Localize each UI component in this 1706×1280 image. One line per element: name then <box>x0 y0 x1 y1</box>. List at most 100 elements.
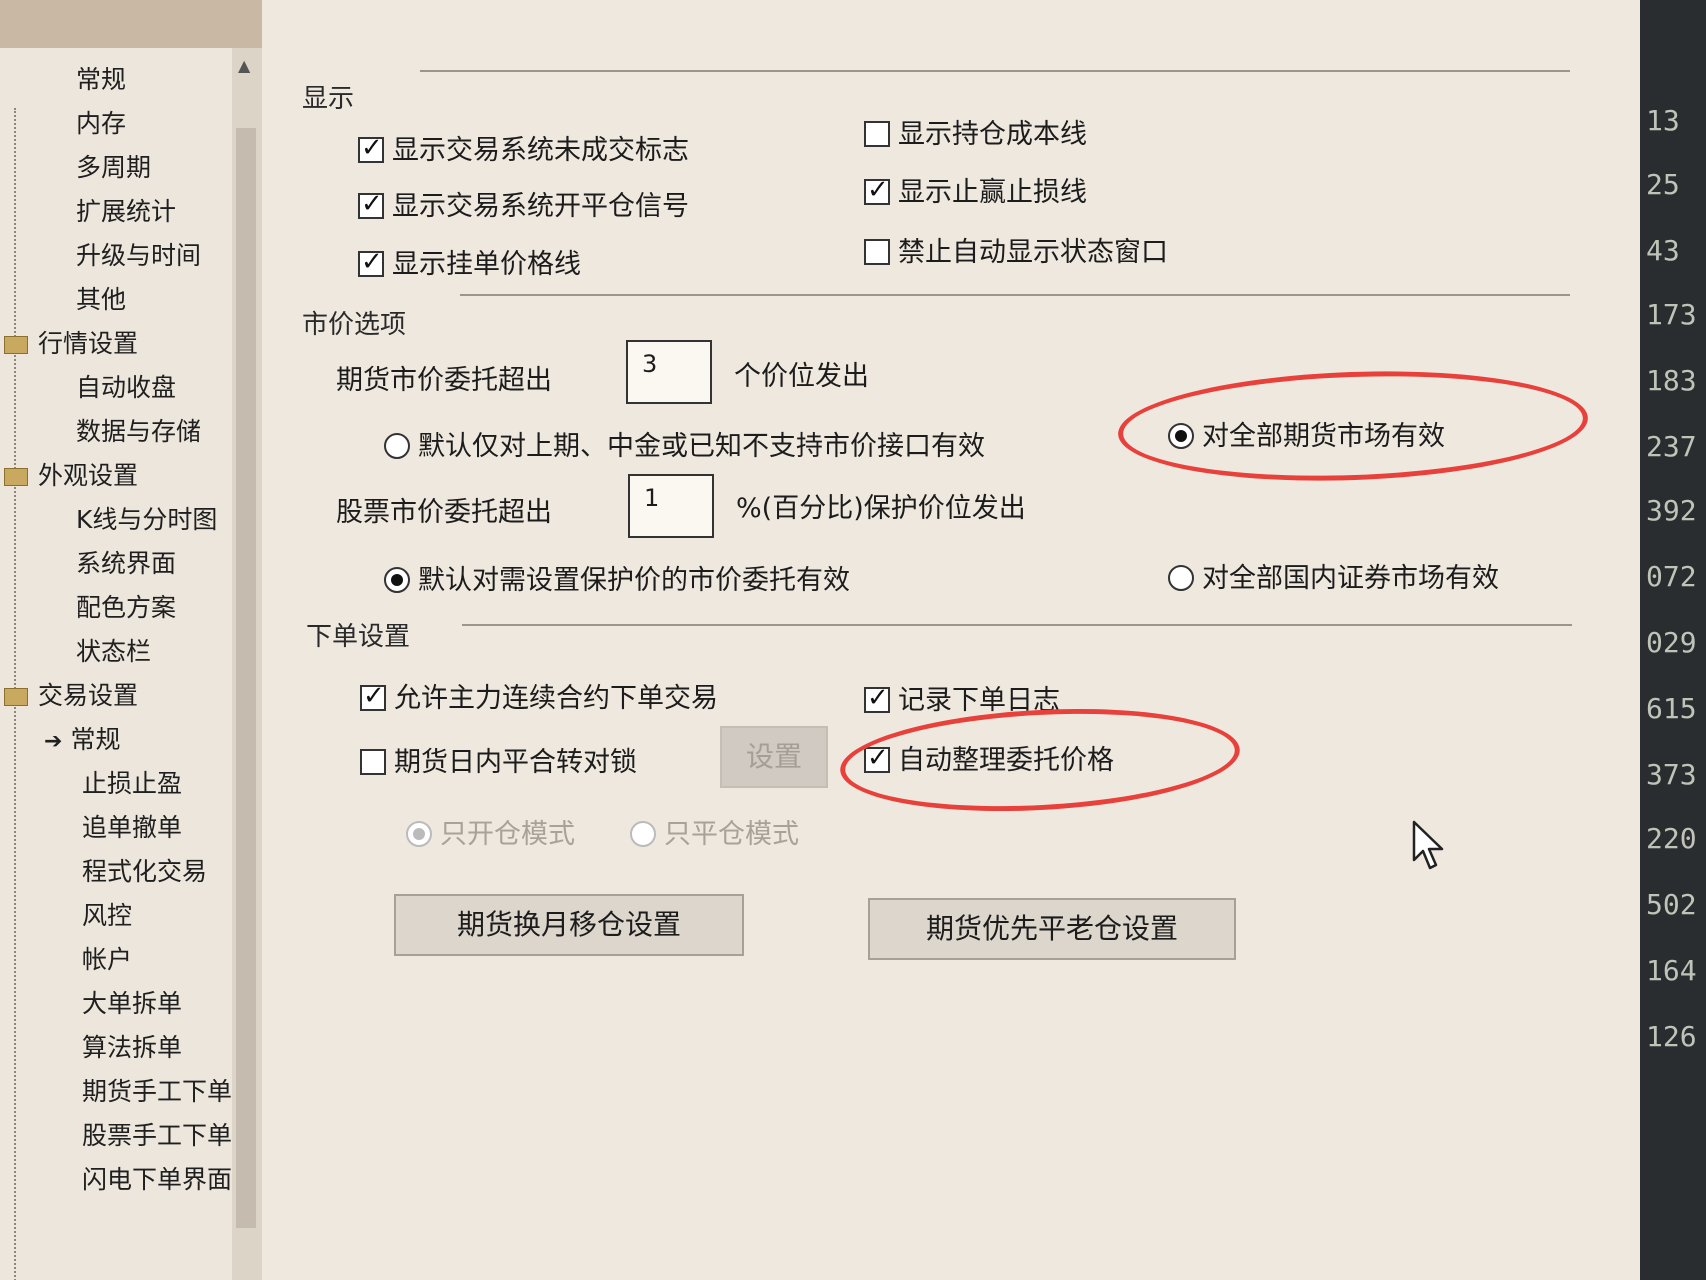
futures-rollover-button[interactable]: 期货换月移仓设置 <box>394 894 744 956</box>
tree-item-other[interactable]: 其他 <box>76 280 126 316</box>
checkbox-unchecked-icon <box>864 121 890 147</box>
checkbox-checked-icon <box>358 133 384 163</box>
price-number: 43 <box>1646 234 1680 267</box>
tree-item-label: 系统界面 <box>76 549 177 578</box>
tree-item-label: 股票手工下单 <box>82 1121 233 1150</box>
tree-item-memory[interactable]: 内存 <box>76 104 126 140</box>
section-title-order: 下单设置 <box>306 622 411 652</box>
radio-unselected-icon <box>384 433 410 459</box>
chevron-up-icon[interactable]: ▲ <box>238 56 250 75</box>
tree-item-trading-general[interactable]: ➔ 常规 <box>44 720 120 756</box>
futures-market-suffix: 个价位发出 <box>734 361 869 392</box>
close-only-mode-radio[interactable]: 只平仓模式 <box>630 812 799 851</box>
checkbox-checked-icon <box>358 189 384 219</box>
tree-item-label: 扩展统计 <box>76 197 177 226</box>
tree-item-color-scheme[interactable]: 配色方案 <box>76 588 176 624</box>
tree-item-label: 状态栏 <box>76 637 152 666</box>
tree-item-account[interactable]: 帐户 <box>82 940 132 976</box>
price-number: 615 <box>1646 692 1697 725</box>
checkbox-checked-icon <box>864 175 890 205</box>
tree-item-label: K线与分时图 <box>76 505 218 534</box>
section-divider <box>462 624 1572 626</box>
tree-item-futures-manual[interactable]: 期货手工下单 <box>82 1072 232 1108</box>
stock-all-markets-radio[interactable]: 对全部国内证券市场有效 <box>1168 556 1499 595</box>
stock-market-label: 股票市价委托超出 <box>336 497 552 528</box>
tree-item-upgrade-time[interactable]: 升级与时间 <box>76 236 201 272</box>
checkbox-label: 允许主力连续合约下单交易 <box>394 683 718 714</box>
show-tp-sl-line-checkbox[interactable]: 显示止赢止损线 <box>864 170 1087 209</box>
price-number: 029 <box>1646 626 1697 659</box>
futures-priority-close-button[interactable]: 期货优先平老仓设置 <box>868 898 1236 960</box>
tree-item-risk-control[interactable]: 风控 <box>82 896 132 932</box>
lock-settings-button[interactable]: 设置 <box>720 726 828 788</box>
price-number: 13 <box>1646 104 1680 137</box>
tree-item-multi-period[interactable]: 多周期 <box>76 148 151 184</box>
show-open-close-signal-checkbox[interactable]: 显示交易系统开平仓信号 <box>358 184 689 223</box>
price-number: 164 <box>1646 954 1697 987</box>
radio-label: 只开仓模式 <box>440 819 575 850</box>
stock-percent-input[interactable]: 1 <box>628 474 714 538</box>
futures-ticks-input[interactable]: 3 <box>626 340 712 404</box>
checkbox-checked-icon <box>360 681 386 711</box>
open-only-mode-radio[interactable]: 只开仓模式 <box>406 812 575 851</box>
tree-item-system-ui[interactable]: 系统界面 <box>76 544 176 580</box>
tree-scrollbar[interactable]: ▲ <box>232 48 262 1280</box>
intraday-close-to-lock-checkbox[interactable]: 期货日内平合转对锁 <box>360 740 637 779</box>
tree-item-kline[interactable]: K线与分时图 <box>76 500 217 536</box>
tree-item-label: 程式化交易 <box>82 857 208 886</box>
tree-item-label: 升级与时间 <box>76 241 202 270</box>
price-number: 072 <box>1646 560 1697 593</box>
tree-item-status-bar[interactable]: 状态栏 <box>76 632 151 668</box>
stock-default-radio[interactable]: 默认对需设置保护价的市价委托有效 <box>384 558 850 597</box>
price-number: 220 <box>1646 822 1697 855</box>
tree-item-stop-loss[interactable]: 止损止盈 <box>82 764 182 800</box>
checkbox-label: 显示交易系统开平仓信号 <box>392 191 689 222</box>
radio-selected-icon <box>384 567 410 593</box>
tree-folder-quotes[interactable]: 行情设置 <box>4 324 138 360</box>
tree-item-label: 外观设置 <box>38 461 139 490</box>
tree-item-label: 自动收盘 <box>76 373 177 402</box>
checkbox-checked-icon <box>358 247 384 277</box>
tree-item-label: 帐户 <box>82 945 133 974</box>
checkbox-label: 显示持仓成本线 <box>898 119 1087 150</box>
tree-item-label: 其他 <box>76 285 127 314</box>
tree-item-ext-stats[interactable]: 扩展统计 <box>76 192 176 228</box>
checkbox-unchecked-icon <box>360 749 386 775</box>
tree-item-label: 常规 <box>70 725 121 754</box>
show-order-price-line-checkbox[interactable]: 显示挂单价格线 <box>358 242 581 281</box>
checkbox-unchecked-icon <box>864 239 890 265</box>
price-number: 373 <box>1646 758 1697 791</box>
tree-item-label: 数据与存储 <box>76 417 202 446</box>
disable-auto-status-window-checkbox[interactable]: 禁止自动显示状态窗口 <box>864 230 1168 269</box>
scrollbar-thumb[interactable] <box>236 128 256 1228</box>
tree-item-programmatic[interactable]: 程式化交易 <box>82 852 207 888</box>
tree-folder-trading[interactable]: 交易设置 <box>4 676 138 712</box>
tree-item-algo-split[interactable]: 算法拆单 <box>82 1028 182 1064</box>
allow-main-contract-checkbox[interactable]: 允许主力连续合约下单交易 <box>360 676 718 715</box>
price-number: 126 <box>1646 1020 1697 1053</box>
futures-default-radio[interactable]: 默认仅对上期、中金或已知不支持市价接口有效 <box>384 424 985 463</box>
tree-item-label: 风控 <box>82 901 133 930</box>
show-position-cost-line-checkbox[interactable]: 显示持仓成本线 <box>864 112 1087 151</box>
radio-label: 默认对需设置保护价的市价委托有效 <box>418 565 850 596</box>
tree-item-data-storage[interactable]: 数据与存储 <box>76 412 201 448</box>
tree-item-chase-cancel[interactable]: 追单撤单 <box>82 808 182 844</box>
tree-item-stock-manual[interactable]: 股票手工下单 <box>82 1116 232 1152</box>
tree-folder-appearance[interactable]: 外观设置 <box>4 456 138 492</box>
tree-item-general[interactable]: 常规 <box>76 60 126 96</box>
checkbox-label: 显示止赢止损线 <box>898 177 1087 208</box>
show-unfilled-flag-checkbox[interactable]: 显示交易系统未成交标志 <box>358 128 689 167</box>
futures-market-label: 期货市价委托超出 <box>336 365 552 396</box>
tree-item-big-order-split[interactable]: 大单拆单 <box>82 984 182 1020</box>
settings-tree: 常规 内存 多周期 扩展统计 升级与时间 其他 行情设置 自动收盘 数据与存储 … <box>0 48 233 1280</box>
radio-unselected-icon <box>1168 565 1194 591</box>
price-number: 392 <box>1646 494 1697 527</box>
price-number: 25 <box>1646 168 1680 201</box>
folder-icon <box>4 468 28 486</box>
tree-item-flash-order[interactable]: 闪电下单界面 <box>82 1160 232 1196</box>
section-divider <box>460 294 1570 296</box>
tree-item-auto-close[interactable]: 自动收盘 <box>76 368 176 404</box>
checkbox-label: 期货日内平合转对锁 <box>394 747 637 778</box>
price-number: 502 <box>1646 888 1697 921</box>
tree-item-label: 内存 <box>76 109 127 138</box>
